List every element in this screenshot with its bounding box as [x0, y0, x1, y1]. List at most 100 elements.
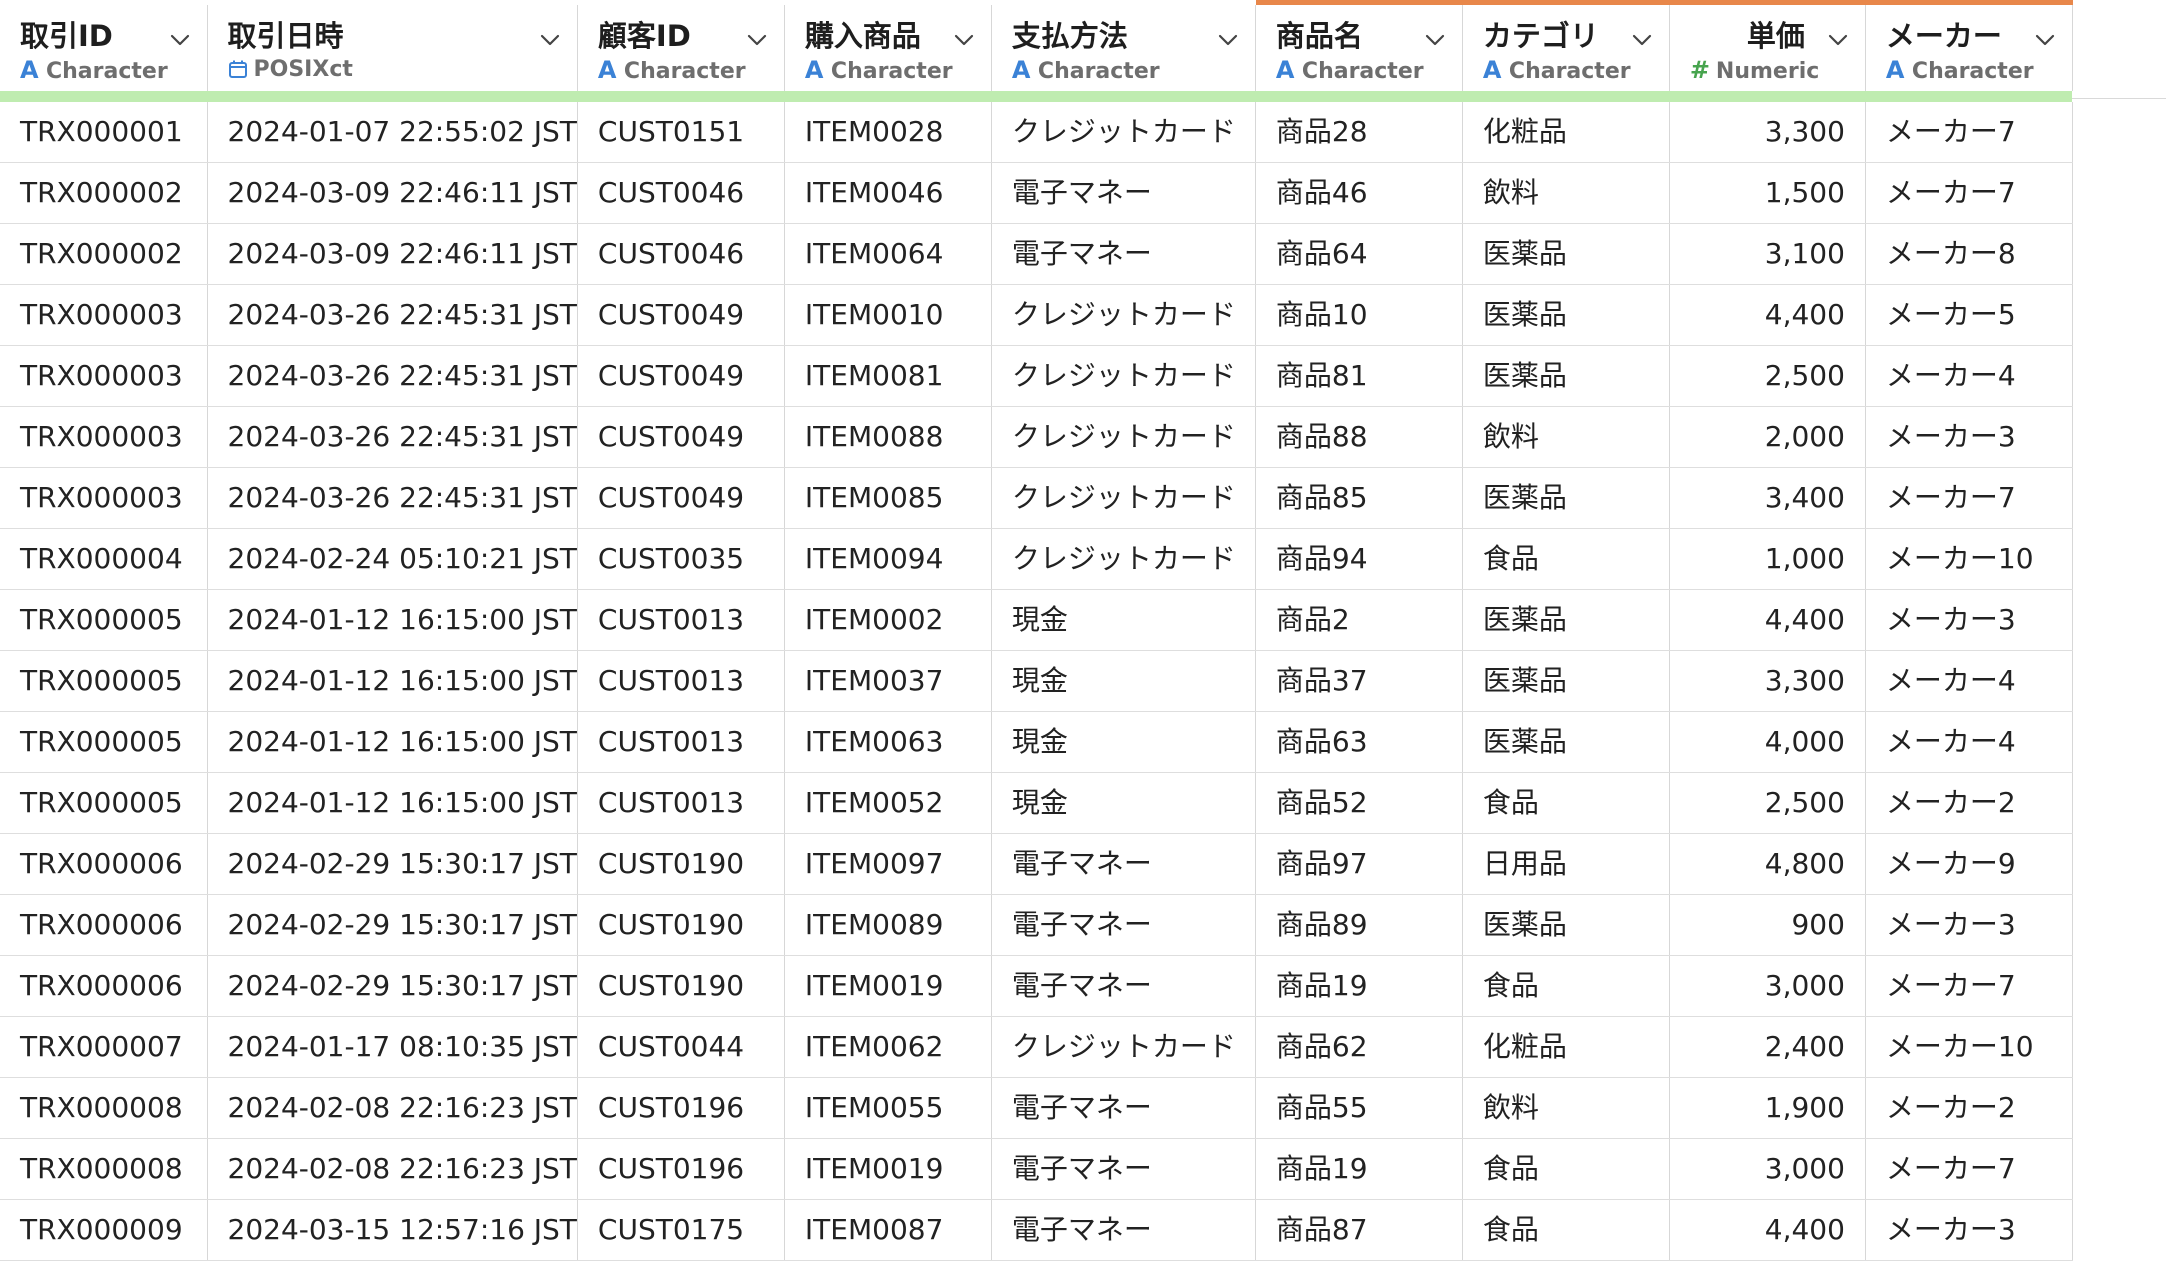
table-cell[interactable]: 電子マネー	[991, 955, 1256, 1017]
table-cell[interactable]: CUST0196	[577, 1077, 785, 1139]
table-cell[interactable]: TRX000005	[0, 711, 208, 773]
table-cell[interactable]: 2024-01-12 16:15:00 JST	[207, 711, 578, 773]
table-cell[interactable]: 電子マネー	[991, 833, 1256, 895]
table-cell[interactable]: 3,100	[1669, 223, 1866, 285]
table-cell[interactable]: 商品89	[1255, 894, 1463, 956]
table-cell[interactable]: ITEM0037	[784, 650, 992, 712]
chevron-down-icon[interactable]	[1422, 27, 1448, 53]
table-cell[interactable]: 商品63	[1255, 711, 1463, 773]
table-row[interactable]: TRX000002 2024-03-09 22:46:11 JST CUST0046…	[0, 162, 2073, 224]
table-cell[interactable]: メーカー7	[1865, 101, 2073, 163]
table-cell[interactable]: メーカー3	[1865, 589, 2073, 651]
table-cell[interactable]: 医薬品	[1462, 650, 1670, 712]
chevron-down-icon[interactable]	[167, 27, 193, 53]
table-cell[interactable]: メーカー7	[1865, 162, 2073, 224]
table-cell[interactable]: CUST0013	[577, 650, 785, 712]
table-cell[interactable]: 商品88	[1255, 406, 1463, 468]
column-header-col-5[interactable]: 商品名 A Character	[1255, 0, 1463, 91]
table-cell[interactable]: 商品81	[1255, 345, 1463, 407]
table-cell[interactable]: 医薬品	[1462, 711, 1670, 773]
table-cell[interactable]: 電子マネー	[991, 894, 1256, 956]
table-cell[interactable]: 3,300	[1669, 650, 1866, 712]
column-header-col-4[interactable]: 支払方法 A Character	[991, 2, 1256, 91]
table-cell[interactable]: 2024-01-12 16:15:00 JST	[207, 589, 578, 651]
table-cell[interactable]: クレジットカード	[991, 406, 1256, 468]
table-cell[interactable]: 2024-03-26 22:45:31 JST	[207, 345, 578, 407]
table-row[interactable]: TRX000003 2024-03-26 22:45:31 JST CUST0049…	[0, 406, 2073, 468]
table-cell[interactable]: CUST0049	[577, 467, 785, 529]
table-cell[interactable]: ITEM0052	[784, 772, 992, 834]
table-cell[interactable]: クレジットカード	[991, 101, 1256, 163]
column-header-col-3[interactable]: 購入商品 A Character	[784, 2, 992, 91]
table-cell[interactable]: 食品	[1462, 1199, 1670, 1261]
table-cell[interactable]: メーカー2	[1865, 772, 2073, 834]
table-cell[interactable]: 2,000	[1669, 406, 1866, 468]
table-cell[interactable]: CUST0190	[577, 894, 785, 956]
table-cell[interactable]: クレジットカード	[991, 1016, 1256, 1078]
table-cell[interactable]: 2024-01-17 08:10:35 JST	[207, 1016, 578, 1078]
table-cell[interactable]: ITEM0062	[784, 1016, 992, 1078]
table-cell[interactable]: 900	[1669, 894, 1866, 956]
chevron-down-icon[interactable]	[1629, 27, 1655, 53]
table-cell[interactable]: メーカー7	[1865, 1138, 2073, 1200]
table-cell[interactable]: ITEM0010	[784, 284, 992, 346]
table-cell[interactable]: 化粧品	[1462, 1016, 1670, 1078]
table-cell[interactable]: CUST0151	[577, 101, 785, 163]
table-cell[interactable]: TRX000002	[0, 223, 208, 285]
table-cell[interactable]: クレジットカード	[991, 284, 1256, 346]
column-header-col-0[interactable]: 取引ID A Character	[0, 2, 208, 91]
table-cell[interactable]: TRX000003	[0, 406, 208, 468]
table-cell[interactable]: ITEM0089	[784, 894, 992, 956]
table-cell[interactable]: CUST0196	[577, 1138, 785, 1200]
table-cell[interactable]: ITEM0094	[784, 528, 992, 590]
table-cell[interactable]: 4,000	[1669, 711, 1866, 773]
table-cell[interactable]: クレジットカード	[991, 345, 1256, 407]
table-cell[interactable]: ITEM0064	[784, 223, 992, 285]
table-cell[interactable]: 食品	[1462, 1138, 1670, 1200]
table-cell[interactable]: ITEM0046	[784, 162, 992, 224]
chevron-down-icon[interactable]	[537, 27, 563, 53]
table-cell[interactable]: CUST0190	[577, 833, 785, 895]
table-cell[interactable]: 食品	[1462, 955, 1670, 1017]
table-cell[interactable]: メーカー3	[1865, 1199, 2073, 1261]
table-cell[interactable]: TRX000004	[0, 528, 208, 590]
table-row[interactable]: TRX000007 2024-01-17 08:10:35 JST CUST0044…	[0, 1016, 2073, 1078]
table-cell[interactable]: 3,000	[1669, 1138, 1866, 1200]
table-cell[interactable]: TRX000005	[0, 589, 208, 651]
table-cell[interactable]: 2024-03-26 22:45:31 JST	[207, 406, 578, 468]
table-cell[interactable]: 食品	[1462, 772, 1670, 834]
table-row[interactable]: TRX000005 2024-01-12 16:15:00 JST CUST0013…	[0, 711, 2073, 773]
table-cell[interactable]: TRX000003	[0, 467, 208, 529]
table-cell[interactable]: 飲料	[1462, 162, 1670, 224]
table-cell[interactable]: 電子マネー	[991, 162, 1256, 224]
table-cell[interactable]: TRX000003	[0, 284, 208, 346]
table-cell[interactable]: TRX000003	[0, 345, 208, 407]
table-cell[interactable]: ITEM0085	[784, 467, 992, 529]
column-header-col-2[interactable]: 顧客ID A Character	[577, 2, 785, 91]
table-cell[interactable]: メーカー9	[1865, 833, 2073, 895]
table-cell[interactable]: 飲料	[1462, 406, 1670, 468]
column-header-col-7[interactable]: 単価 # Numeric	[1669, 0, 1866, 91]
table-cell[interactable]: 2024-02-24 05:10:21 JST	[207, 528, 578, 590]
table-cell[interactable]: 2,400	[1669, 1016, 1866, 1078]
table-row[interactable]: TRX000005 2024-01-12 16:15:00 JST CUST0013…	[0, 650, 2073, 712]
table-cell[interactable]: TRX000008	[0, 1138, 208, 1200]
table-cell[interactable]: 2024-03-09 22:46:11 JST	[207, 223, 578, 285]
table-cell[interactable]: 2024-02-29 15:30:17 JST	[207, 894, 578, 956]
table-cell[interactable]: ITEM0063	[784, 711, 992, 773]
table-row[interactable]: TRX000003 2024-03-26 22:45:31 JST CUST0049…	[0, 284, 2073, 346]
table-cell[interactable]: 医薬品	[1462, 223, 1670, 285]
table-cell[interactable]: CUST0013	[577, 711, 785, 773]
table-cell[interactable]: ITEM0081	[784, 345, 992, 407]
table-cell[interactable]: 3,000	[1669, 955, 1866, 1017]
table-cell[interactable]: 2024-01-12 16:15:00 JST	[207, 772, 578, 834]
table-cell[interactable]: 商品97	[1255, 833, 1463, 895]
table-cell[interactable]: メーカー7	[1865, 467, 2073, 529]
table-cell[interactable]: ITEM0028	[784, 101, 992, 163]
table-cell[interactable]: 2024-03-26 22:45:31 JST	[207, 467, 578, 529]
table-cell[interactable]: 3,400	[1669, 467, 1866, 529]
table-cell[interactable]: 4,800	[1669, 833, 1866, 895]
table-cell[interactable]: メーカー3	[1865, 894, 2073, 956]
table-cell[interactable]: CUST0049	[577, 345, 785, 407]
table-cell[interactable]: メーカー4	[1865, 650, 2073, 712]
